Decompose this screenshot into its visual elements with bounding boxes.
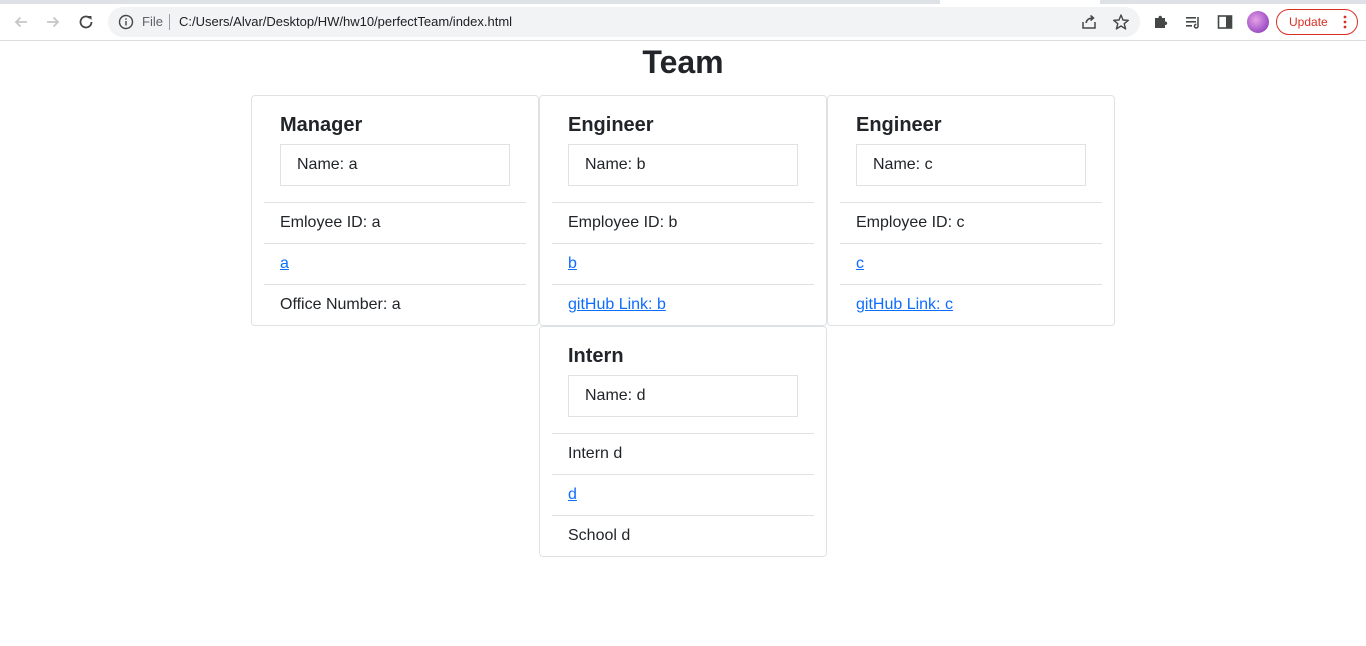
- url-text[interactable]: C:/Users/Alvar/Desktop/HW/hw10/perfectTe…: [179, 14, 512, 30]
- school: School d: [552, 515, 814, 556]
- card-title: Intern: [568, 345, 624, 367]
- profile-avatar[interactable]: [1247, 11, 1269, 33]
- email-row: c: [840, 243, 1102, 284]
- employee-id: Employee ID: b: [552, 202, 814, 243]
- email-link[interactable]: c: [856, 255, 864, 272]
- update-button[interactable]: Update: [1276, 9, 1358, 35]
- github-row: gitHub Link: c: [840, 284, 1102, 325]
- page-title: Team: [642, 44, 724, 80]
- kebab-menu-icon: [1343, 15, 1347, 29]
- reading-list-icon[interactable]: [1184, 13, 1202, 31]
- reload-button[interactable]: [74, 10, 98, 34]
- back-button[interactable]: [9, 10, 33, 34]
- forward-button[interactable]: [41, 10, 65, 34]
- back-arrow-icon: [14, 16, 27, 28]
- email-link[interactable]: a: [280, 255, 289, 272]
- star-icon[interactable]: [1112, 13, 1130, 31]
- share-icon[interactable]: [1080, 13, 1098, 31]
- employee-card-manager: Manager Name: a Emloyee ID: a a Office N…: [251, 95, 539, 326]
- github-row: gitHub Link: b: [552, 284, 814, 325]
- side-panel-icon[interactable]: [1216, 13, 1234, 31]
- forward-arrow-icon: [47, 16, 60, 28]
- employee-id: Employee ID: c: [840, 202, 1102, 243]
- employee-card-intern: Intern Name: d Intern d d School d: [539, 326, 827, 557]
- address-bar[interactable]: File C:/Users/Alvar/Desktop/HW/hw10/perf…: [108, 7, 1140, 37]
- email-row: d: [552, 474, 814, 515]
- email-link[interactable]: b: [568, 255, 577, 272]
- browser-toolbar: File C:/Users/Alvar/Desktop/HW/hw10/perf…: [0, 4, 1366, 40]
- github-link[interactable]: gitHub Link: b: [568, 296, 666, 313]
- email-row: b: [552, 243, 814, 284]
- reload-icon: [79, 15, 93, 29]
- update-label: Update: [1289, 15, 1328, 29]
- scheme-separator: [169, 14, 170, 30]
- scheme-label: File: [142, 14, 163, 29]
- name-field: Name: c: [856, 144, 1086, 186]
- email-link[interactable]: d: [568, 486, 577, 503]
- name-field: Name: d: [568, 375, 798, 417]
- card-title: Engineer: [568, 114, 654, 136]
- employee-id: Emloyee ID: a: [264, 202, 526, 243]
- puzzle-icon[interactable]: [1152, 13, 1170, 31]
- office-number: Office Number: a: [264, 284, 526, 325]
- toolbar-divider: [0, 40, 1366, 41]
- card-title: Engineer: [856, 114, 942, 136]
- intern-id: Intern d: [552, 433, 814, 474]
- card-title: Manager: [280, 114, 363, 136]
- employee-card-engineer: Engineer Name: c Employee ID: c c gitHub…: [827, 95, 1115, 326]
- employee-card-engineer: Engineer Name: b Employee ID: b b gitHub…: [539, 95, 827, 326]
- info-icon[interactable]: [118, 14, 134, 30]
- github-link[interactable]: gitHub Link: c: [856, 296, 953, 313]
- name-field: Name: b: [568, 144, 798, 186]
- email-row: a: [264, 243, 526, 284]
- name-field: Name: a: [280, 144, 510, 186]
